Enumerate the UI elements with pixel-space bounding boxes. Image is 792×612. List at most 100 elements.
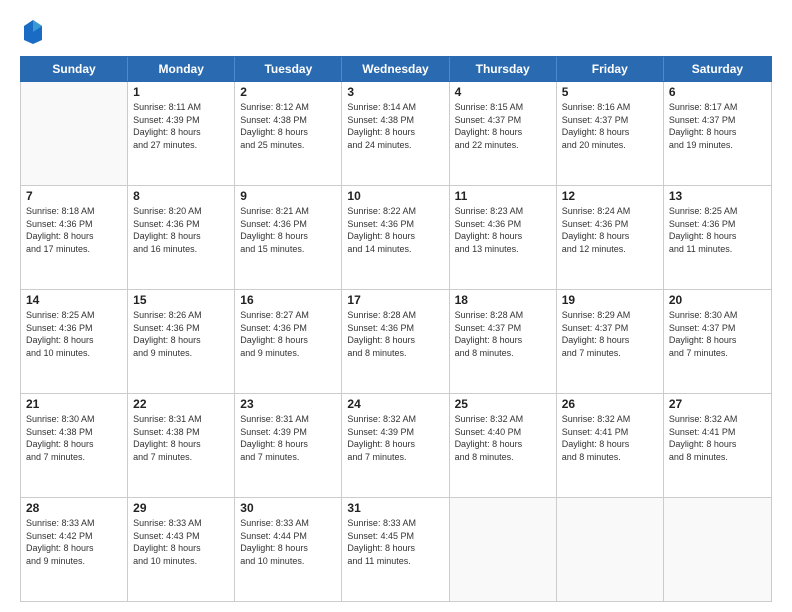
header <box>20 18 772 46</box>
cal-week-4: 21 Sunrise: 8:30 AMSunset: 4:38 PMDayligh… <box>21 394 771 498</box>
day-info: Sunrise: 8:24 AMSunset: 4:36 PMDaylight:… <box>562 205 658 255</box>
day-number: 17 <box>347 293 443 307</box>
cal-cell: 12 Sunrise: 8:24 AMSunset: 4:36 PMDayligh… <box>557 186 664 289</box>
day-number: 26 <box>562 397 658 411</box>
day-info: Sunrise: 8:22 AMSunset: 4:36 PMDaylight:… <box>347 205 443 255</box>
day-info: Sunrise: 8:26 AMSunset: 4:36 PMDaylight:… <box>133 309 229 359</box>
cal-cell: 20 Sunrise: 8:30 AMSunset: 4:37 PMDayligh… <box>664 290 771 393</box>
cal-cell: 10 Sunrise: 8:22 AMSunset: 4:36 PMDayligh… <box>342 186 449 289</box>
day-info: Sunrise: 8:33 AMSunset: 4:45 PMDaylight:… <box>347 517 443 567</box>
day-info: Sunrise: 8:20 AMSunset: 4:36 PMDaylight:… <box>133 205 229 255</box>
day-info: Sunrise: 8:28 AMSunset: 4:36 PMDaylight:… <box>347 309 443 359</box>
cal-cell: 2 Sunrise: 8:12 AMSunset: 4:38 PMDaylight… <box>235 82 342 185</box>
day-info: Sunrise: 8:25 AMSunset: 4:36 PMDaylight:… <box>26 309 122 359</box>
day-number: 22 <box>133 397 229 411</box>
cal-cell: 22 Sunrise: 8:31 AMSunset: 4:38 PMDayligh… <box>128 394 235 497</box>
cal-cell: 31 Sunrise: 8:33 AMSunset: 4:45 PMDayligh… <box>342 498 449 601</box>
day-info: Sunrise: 8:16 AMSunset: 4:37 PMDaylight:… <box>562 101 658 151</box>
cal-header-thursday: Thursday <box>450 57 557 81</box>
cal-cell: 7 Sunrise: 8:18 AMSunset: 4:36 PMDaylight… <box>21 186 128 289</box>
cal-cell: 5 Sunrise: 8:16 AMSunset: 4:37 PMDaylight… <box>557 82 664 185</box>
day-info: Sunrise: 8:15 AMSunset: 4:37 PMDaylight:… <box>455 101 551 151</box>
day-info: Sunrise: 8:33 AMSunset: 4:42 PMDaylight:… <box>26 517 122 567</box>
cal-cell <box>450 498 557 601</box>
cal-header-tuesday: Tuesday <box>235 57 342 81</box>
day-info: Sunrise: 8:33 AMSunset: 4:44 PMDaylight:… <box>240 517 336 567</box>
day-number: 19 <box>562 293 658 307</box>
cal-cell: 24 Sunrise: 8:32 AMSunset: 4:39 PMDayligh… <box>342 394 449 497</box>
day-info: Sunrise: 8:32 AMSunset: 4:39 PMDaylight:… <box>347 413 443 463</box>
day-number: 18 <box>455 293 551 307</box>
cal-header-sunday: Sunday <box>21 57 128 81</box>
cal-cell: 30 Sunrise: 8:33 AMSunset: 4:44 PMDayligh… <box>235 498 342 601</box>
day-number: 12 <box>562 189 658 203</box>
cal-cell: 21 Sunrise: 8:30 AMSunset: 4:38 PMDayligh… <box>21 394 128 497</box>
cal-cell: 13 Sunrise: 8:25 AMSunset: 4:36 PMDayligh… <box>664 186 771 289</box>
day-info: Sunrise: 8:30 AMSunset: 4:37 PMDaylight:… <box>669 309 766 359</box>
day-number: 20 <box>669 293 766 307</box>
cal-cell <box>664 498 771 601</box>
cal-cell: 25 Sunrise: 8:32 AMSunset: 4:40 PMDayligh… <box>450 394 557 497</box>
cal-week-1: 1 Sunrise: 8:11 AMSunset: 4:39 PMDaylight… <box>21 82 771 186</box>
page: SundayMondayTuesdayWednesdayThursdayFrid… <box>0 0 792 612</box>
cal-cell: 28Sunrise: 8:33 AMSunset: 4:42 PMDayligh… <box>21 498 128 601</box>
day-number: 30 <box>240 501 336 515</box>
day-number: 5 <box>562 85 658 99</box>
cal-cell <box>557 498 664 601</box>
cal-week-2: 7 Sunrise: 8:18 AMSunset: 4:36 PMDaylight… <box>21 186 771 290</box>
day-info: Sunrise: 8:33 AMSunset: 4:43 PMDaylight:… <box>133 517 229 567</box>
cal-header-friday: Friday <box>557 57 664 81</box>
cal-cell <box>21 82 128 185</box>
day-info: Sunrise: 8:32 AMSunset: 4:41 PMDaylight:… <box>562 413 658 463</box>
day-number: 24 <box>347 397 443 411</box>
cal-cell: 16 Sunrise: 8:27 AMSunset: 4:36 PMDayligh… <box>235 290 342 393</box>
cal-cell: 27Sunrise: 8:32 AMSunset: 4:41 PMDayligh… <box>664 394 771 497</box>
day-info: Sunrise: 8:32 AMSunset: 4:40 PMDaylight:… <box>455 413 551 463</box>
day-info: Sunrise: 8:14 AMSunset: 4:38 PMDaylight:… <box>347 101 443 151</box>
day-number: 14 <box>26 293 122 307</box>
day-number: 1 <box>133 85 229 99</box>
day-number: 27 <box>669 397 766 411</box>
day-info: Sunrise: 8:21 AMSunset: 4:36 PMDaylight:… <box>240 205 336 255</box>
day-info: Sunrise: 8:30 AMSunset: 4:38 PMDaylight:… <box>26 413 122 463</box>
day-info: Sunrise: 8:31 AMSunset: 4:38 PMDaylight:… <box>133 413 229 463</box>
cal-cell: 9 Sunrise: 8:21 AMSunset: 4:36 PMDaylight… <box>235 186 342 289</box>
day-info: Sunrise: 8:25 AMSunset: 4:36 PMDaylight:… <box>669 205 766 255</box>
day-info: Sunrise: 8:31 AMSunset: 4:39 PMDaylight:… <box>240 413 336 463</box>
day-number: 25 <box>455 397 551 411</box>
cal-cell: 6Sunrise: 8:17 AMSunset: 4:37 PMDaylight… <box>664 82 771 185</box>
day-number: 13 <box>669 189 766 203</box>
day-number: 2 <box>240 85 336 99</box>
day-number: 15 <box>133 293 229 307</box>
logo <box>20 18 48 46</box>
day-number: 10 <box>347 189 443 203</box>
day-number: 21 <box>26 397 122 411</box>
day-info: Sunrise: 8:27 AMSunset: 4:36 PMDaylight:… <box>240 309 336 359</box>
day-number: 3 <box>347 85 443 99</box>
day-number: 16 <box>240 293 336 307</box>
calendar: SundayMondayTuesdayWednesdayThursdayFrid… <box>20 56 772 602</box>
day-info: Sunrise: 8:29 AMSunset: 4:37 PMDaylight:… <box>562 309 658 359</box>
cal-cell: 17 Sunrise: 8:28 AMSunset: 4:36 PMDayligh… <box>342 290 449 393</box>
day-number: 8 <box>133 189 229 203</box>
day-number: 11 <box>455 189 551 203</box>
cal-header-wednesday: Wednesday <box>342 57 449 81</box>
day-info: Sunrise: 8:12 AMSunset: 4:38 PMDaylight:… <box>240 101 336 151</box>
day-info: Sunrise: 8:28 AMSunset: 4:37 PMDaylight:… <box>455 309 551 359</box>
calendar-body: 1 Sunrise: 8:11 AMSunset: 4:39 PMDaylight… <box>20 82 772 602</box>
cal-header-monday: Monday <box>128 57 235 81</box>
cal-cell: 14 Sunrise: 8:25 AMSunset: 4:36 PMDayligh… <box>21 290 128 393</box>
cal-cell: 26 Sunrise: 8:32 AMSunset: 4:41 PMDayligh… <box>557 394 664 497</box>
day-number: 9 <box>240 189 336 203</box>
day-number: 23 <box>240 397 336 411</box>
cal-cell: 15 Sunrise: 8:26 AMSunset: 4:36 PMDayligh… <box>128 290 235 393</box>
cal-week-3: 14 Sunrise: 8:25 AMSunset: 4:36 PMDayligh… <box>21 290 771 394</box>
day-info: Sunrise: 8:18 AMSunset: 4:36 PMDaylight:… <box>26 205 122 255</box>
day-number: 7 <box>26 189 122 203</box>
day-info: Sunrise: 8:11 AMSunset: 4:39 PMDaylight:… <box>133 101 229 151</box>
cal-cell: 23 Sunrise: 8:31 AMSunset: 4:39 PMDayligh… <box>235 394 342 497</box>
logo-icon <box>22 18 44 46</box>
day-number: 31 <box>347 501 443 515</box>
calendar-header-row: SundayMondayTuesdayWednesdayThursdayFrid… <box>20 56 772 82</box>
day-info: Sunrise: 8:23 AMSunset: 4:36 PMDaylight:… <box>455 205 551 255</box>
